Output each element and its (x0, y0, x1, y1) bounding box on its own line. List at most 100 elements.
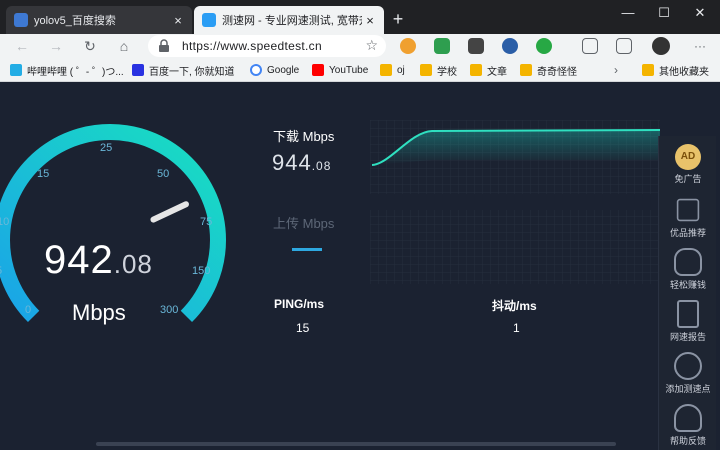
throughput-graph (370, 120, 660, 284)
bookmark-label: 学校 (437, 66, 457, 78)
folder-icon (420, 64, 432, 76)
extension-icon[interactable] (536, 38, 552, 54)
bookmark-item[interactable]: YouTube (312, 62, 368, 78)
gauge-tick-label: 150 (192, 265, 211, 277)
sidebar-item-label: 添加测速点 (665, 384, 711, 394)
horizontal-scrollbar[interactable] (96, 442, 616, 446)
right-sidebar: AD 免广告 优品推荐 轻松赚钱 网速报告 添加测速点 帮助反馈 (658, 136, 716, 450)
folder-icon (520, 64, 532, 76)
more-menu-icon[interactable]: ··· (690, 36, 710, 56)
maximize-button[interactable]: ☐ (652, 4, 676, 22)
youtube-icon (312, 64, 324, 76)
sidebar-item-label: 帮助反馈 (669, 436, 706, 446)
collections-icon[interactable] (616, 38, 632, 54)
address-bar[interactable]: https://www.speedtest.cn ☆ (148, 35, 386, 57)
gauge-unit: Mbps (72, 300, 126, 325)
gauge-tick-label: 10 (0, 216, 10, 228)
extension-icon[interactable] (502, 38, 518, 54)
sidebar-item-label: 优品推荐 (669, 228, 706, 238)
speed-gauge (0, 124, 226, 323)
google-icon (250, 64, 262, 76)
bookmark-folder[interactable]: 学校 (420, 62, 457, 78)
ping-label: PING/ms (274, 297, 325, 311)
extension-icon[interactable] (400, 38, 416, 54)
sidebar-item-help[interactable]: 帮助反馈 (659, 400, 717, 450)
sidebar-item-recommend[interactable]: 优品推荐 (659, 192, 717, 244)
tab-baidu[interactable]: yolov5_百度搜索 × (6, 6, 192, 34)
gauge-tick-label: 75 (200, 216, 213, 228)
tab-close-icon[interactable]: × (170, 13, 186, 28)
minimize-button[interactable]: — (616, 4, 640, 22)
tab-title: yolov5_百度搜索 (34, 15, 116, 27)
bookmark-star-icon[interactable]: ☆ (365, 37, 378, 54)
report-icon (677, 300, 699, 328)
bookmark-label: Google (267, 64, 300, 76)
sidebar-item-earn[interactable]: 轻松赚钱 (659, 244, 717, 296)
sidebar-item-label: 免广告 (674, 174, 702, 184)
browser-window: yolov5_百度搜索 × 测速网 - 专业网速测试, 宽带升级 × + — ☐… (0, 0, 720, 450)
bookmarks-overflow-icon[interactable]: › (614, 62, 618, 78)
bookmark-folder[interactable]: oj (380, 62, 405, 78)
extension-icon[interactable] (468, 38, 484, 54)
navigation-bar: ← → ↻ ⌂ https://www.speedtest.cn ☆ ··· (0, 34, 720, 58)
tab-speedtest[interactable]: 测速网 - 专业网速测试, 宽带升级 × (194, 6, 384, 34)
bookmark-label: 哔哩哔哩 ( ゜- ゜)つ... (27, 66, 124, 78)
bookmark-item[interactable]: Google (250, 62, 299, 78)
gauge-speed-value: 942.08 (44, 238, 153, 283)
bookmark-folder[interactable]: 奇奇怪怪 (520, 62, 577, 78)
money-bag-icon (674, 248, 702, 276)
tab-close-icon[interactable]: × (362, 13, 378, 28)
gauge-value-decimal: .08 (113, 249, 153, 279)
gauge-needle (150, 201, 190, 223)
download-value: 944.08 (272, 150, 331, 176)
baidu-icon (14, 13, 28, 27)
gauge-arc (0, 124, 226, 323)
new-tab-button[interactable]: + (388, 9, 408, 29)
url-text: https://www.speedtest.cn (182, 39, 322, 53)
network-icon (674, 352, 702, 380)
gauge-tick-label: 15 (37, 168, 50, 180)
bookmark-folder[interactable]: 其他收藏夹 (642, 62, 709, 78)
sidebar-item-ad-free[interactable]: AD 免广告 (659, 140, 717, 192)
bookmarks-bar: 哔哩哔哩 ( ゜- ゜)つ... 百度一下, 你就知道 Google YouTu… (0, 58, 720, 82)
upload-label: 上传 Mbps (273, 216, 335, 231)
gauge-tick-label: 0 (25, 304, 32, 316)
baidu-icon (132, 64, 144, 76)
favorites-icon[interactable] (582, 38, 598, 54)
bookmark-item[interactable]: 哔哩哔哩 ( ゜- ゜)つ... (10, 62, 124, 78)
bilibili-icon (10, 64, 22, 76)
back-button[interactable]: ← (12, 36, 32, 56)
ping-value: 15 (296, 321, 310, 335)
gauge-tick-label: 300 (160, 304, 179, 316)
lock-icon (159, 39, 169, 52)
avatar[interactable] (652, 37, 670, 55)
bookmark-label: 奇奇怪怪 (537, 66, 577, 78)
gauge-value-integer: 942 (44, 238, 114, 282)
ad-free-icon: AD (675, 144, 701, 170)
sidebar-item-label: 轻松赚钱 (669, 280, 706, 290)
bookmark-label: 文章 (487, 66, 507, 78)
bookmark-label: 百度一下, 你就知道 (149, 66, 235, 78)
sidebar-item-report[interactable]: 网速报告 (659, 296, 717, 348)
sidebar-item-label: 网速报告 (669, 332, 706, 342)
gauge-tick-label: 5 (0, 265, 2, 277)
tab-title: 测速网 - 专业网速测试, 宽带升级 (222, 15, 362, 27)
download-label: 下载 Mbps (273, 129, 335, 144)
bookmark-label: oj (397, 64, 405, 76)
forward-button[interactable]: → (46, 36, 66, 56)
reload-button[interactable]: ↻ (80, 36, 100, 56)
bookmark-folder[interactable]: 文章 (470, 62, 507, 78)
sidebar-item-add-node[interactable]: 添加测速点 (659, 348, 717, 400)
close-window-button[interactable]: ✕ (688, 4, 712, 22)
speedtest-page: 25 15 50 10 75 5 150 0 300 942.08 Mbps 下… (0, 82, 720, 450)
folder-icon (470, 64, 482, 76)
download-value-decimal: .08 (311, 159, 332, 173)
folder-icon (380, 64, 392, 76)
bookmark-label: YouTube (329, 64, 369, 76)
folder-icon (642, 64, 654, 76)
bookmark-item[interactable]: 百度一下, 你就知道 (132, 62, 235, 78)
jitter-value: 1 (513, 321, 520, 335)
gauge-tick-label: 25 (100, 142, 113, 154)
extension-shield-icon[interactable] (434, 38, 450, 54)
home-button[interactable]: ⌂ (114, 36, 134, 56)
